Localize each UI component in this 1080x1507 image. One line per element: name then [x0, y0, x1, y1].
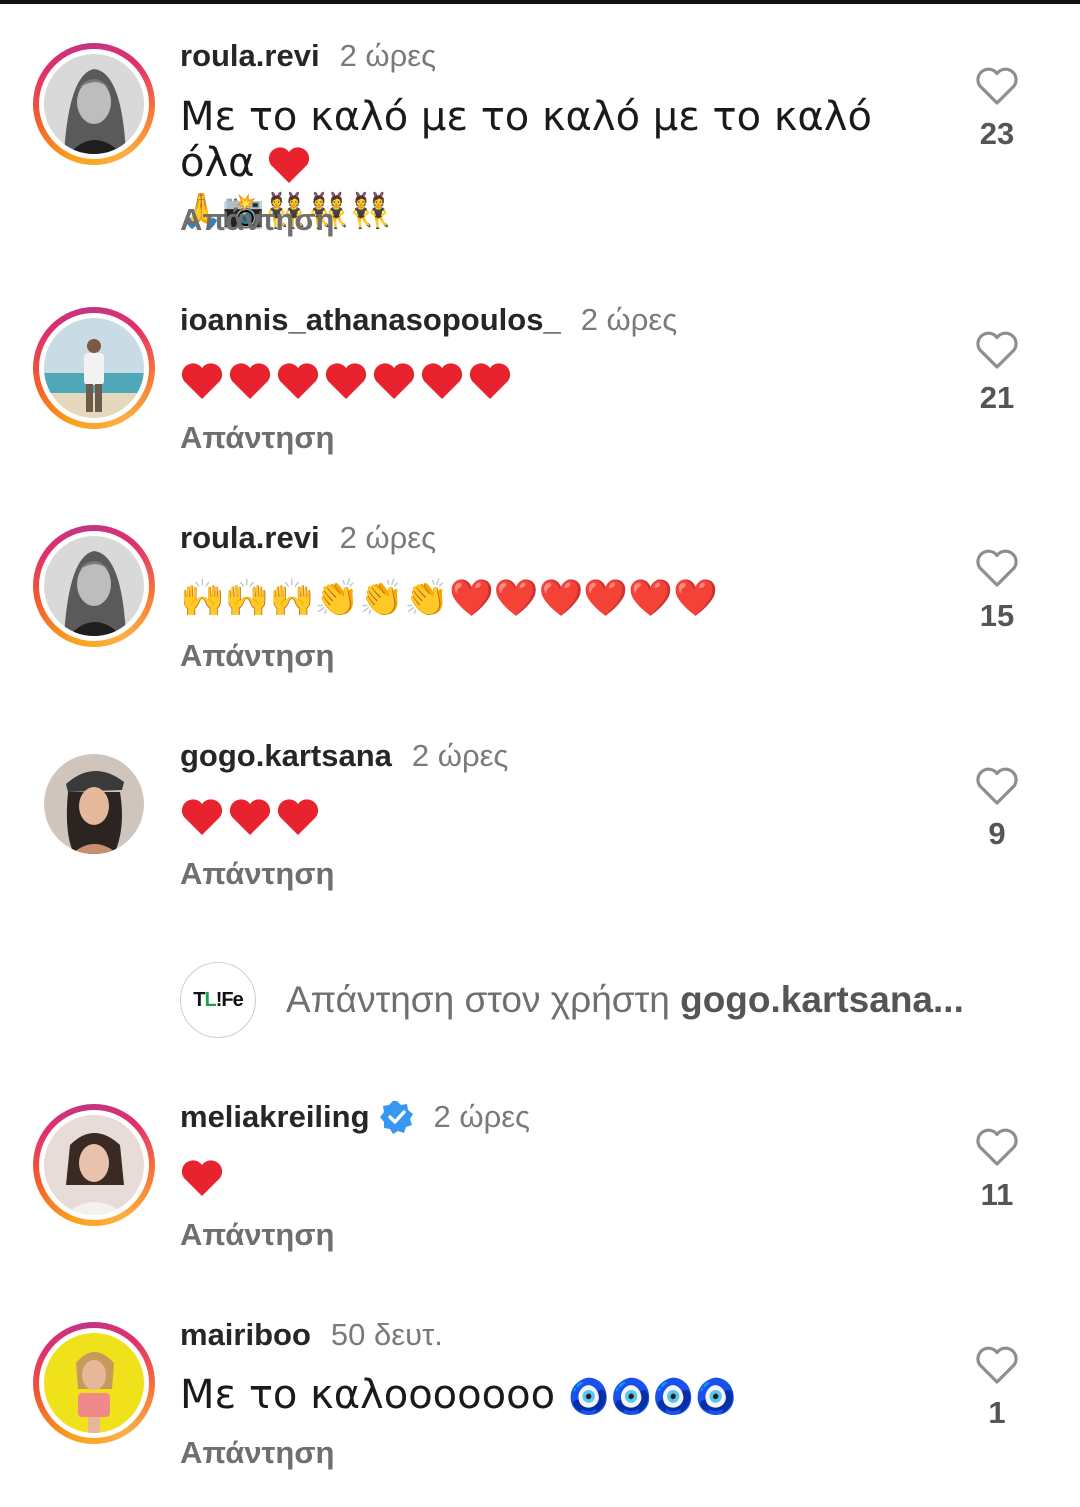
comment-text — [180, 1153, 950, 1199]
username[interactable]: ioannis_athanasopoulos_ — [180, 302, 561, 338]
reply-button[interactable]: Απάντηση — [180, 420, 334, 456]
timestamp: 2 ώρες — [339, 520, 437, 555]
verified-badge-icon — [379, 1100, 414, 1134]
emoji-line — [180, 1158, 224, 1198]
username[interactable]: meliakreiling — [180, 1099, 370, 1135]
reply-button[interactable]: Απάντηση — [180, 202, 334, 238]
timestamp: 2 ώρες — [433, 1099, 530, 1134]
reply-thread-target[interactable]: gogo.kartsana... — [680, 979, 964, 1020]
emoji-line — [180, 361, 512, 401]
avatar[interactable] — [33, 307, 155, 429]
like-button[interactable]: 21 — [970, 330, 1024, 416]
heart-outline-icon[interactable] — [975, 766, 1019, 806]
tlife-logo-text: TL!Fe — [193, 988, 243, 1011]
like-button[interactable]: 9 — [970, 766, 1024, 852]
emoji-line — [180, 797, 320, 837]
heart-outline-icon[interactable] — [975, 548, 1019, 588]
reply-thread-prefix: Απάντηση στον χρήστη — [286, 979, 670, 1020]
like-count: 23 — [979, 116, 1015, 151]
emoji-line: 🙌🙌🙌👏👏👏❤️❤️❤️❤️❤️❤️ — [180, 578, 718, 619]
comment-text — [180, 356, 950, 402]
avatar[interactable] — [33, 743, 155, 865]
reply-button[interactable]: Απάντηση — [180, 1217, 334, 1253]
like-count: 21 — [979, 380, 1015, 415]
reply-button[interactable]: Απάντηση — [180, 856, 334, 892]
heart-outline-icon[interactable] — [975, 1127, 1019, 1167]
timestamp: 50 δευτ. — [330, 1317, 443, 1352]
heart-outline-icon[interactable] — [975, 330, 1019, 370]
timestamp: 2 ώρες — [580, 302, 678, 337]
username[interactable]: roula.revi — [180, 38, 320, 74]
like-count: 11 — [980, 1177, 1014, 1212]
heart-outline-icon[interactable] — [975, 1345, 1019, 1385]
comment-text: Με το καλοοοοοοο 🧿🧿🧿🧿 — [180, 1372, 950, 1420]
top-divider — [0, 0, 1080, 4]
reply-thread-row[interactable]: TL!Fe Απάντηση στον χρήστη gogo.kartsana… — [180, 962, 964, 1038]
like-count: 15 — [979, 598, 1015, 633]
like-button[interactable]: 11 — [970, 1127, 1024, 1213]
reply-button[interactable]: Απάντηση — [180, 1435, 334, 1471]
comment-text: 🙌🙌🙌👏👏👏❤️❤️❤️❤️❤️❤️ — [180, 574, 950, 622]
like-count: 9 — [988, 816, 1006, 851]
reply-button[interactable]: Απάντηση — [180, 638, 334, 674]
username[interactable]: mairiboo — [180, 1317, 311, 1353]
comment-body: Με το καλοοοοοοο — [180, 1372, 556, 1418]
avatar[interactable] — [33, 1104, 155, 1226]
username[interactable]: gogo.kartsana — [180, 738, 392, 774]
heart-outline-icon[interactable] — [975, 66, 1019, 106]
heart-emoji — [267, 145, 311, 185]
avatar[interactable] — [33, 43, 155, 165]
comment-text — [180, 792, 950, 838]
like-button[interactable]: 1 — [970, 1345, 1024, 1431]
like-button[interactable]: 15 — [970, 548, 1024, 634]
avatar[interactable] — [33, 1322, 155, 1444]
timestamp: 2 ώρες — [411, 738, 509, 773]
like-button[interactable]: 23 — [970, 66, 1024, 152]
tlife-avatar[interactable]: TL!Fe — [180, 962, 256, 1038]
emoji-line: 🧿🧿🧿🧿 — [567, 1377, 738, 1417]
avatar[interactable] — [33, 525, 155, 647]
reply-thread-label[interactable]: Απάντηση στον χρήστη gogo.kartsana... — [286, 979, 964, 1021]
like-count: 1 — [988, 1395, 1006, 1430]
username[interactable]: roula.revi — [180, 520, 320, 556]
timestamp: 2 ώρες — [339, 38, 437, 73]
